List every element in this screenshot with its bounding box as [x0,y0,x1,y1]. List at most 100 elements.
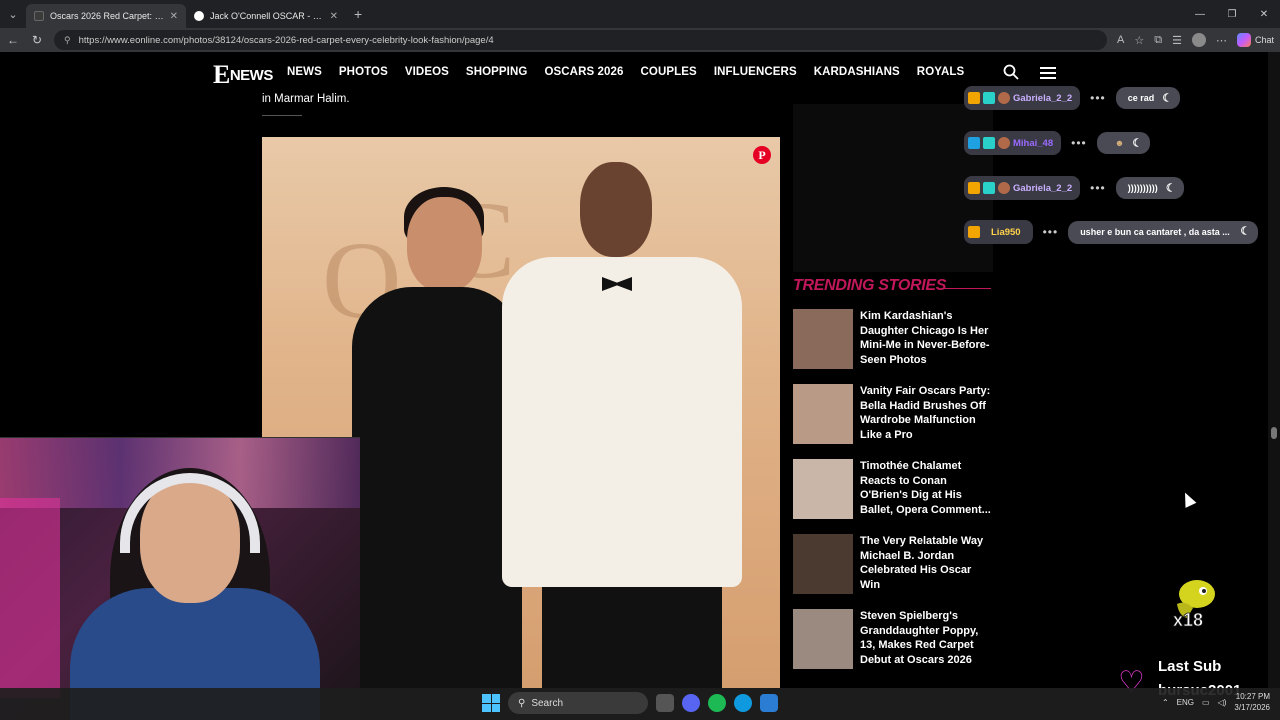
close-tab-icon[interactable]: ✕ [330,11,338,22]
profile-avatar[interactable] [1191,33,1206,47]
trending-story[interactable]: Kim Kardashian's Daughter Chicago Is Her… [793,309,993,384]
chat-message-row: Lia950 ••• usher e bun ca cantaret , da … [964,220,1259,244]
browser-tab[interactable]: Jack O'Connell OSCAR - Căutare G ✕ [186,4,346,28]
favorites-icon[interactable]: ☰ [1172,34,1182,47]
file-explorer-icon[interactable] [656,694,674,712]
emote-icon: ☻ [1114,138,1125,148]
favorite-star-icon[interactable]: ☆ [1134,34,1144,47]
nav-kardashians[interactable]: KARDASHIANS [814,66,900,78]
eonline-favicon-icon [34,11,44,21]
chat-message-text: )))))))))) [1127,183,1158,193]
nav-photos[interactable]: PHOTOS [339,66,388,78]
trending-story[interactable]: The Very Relatable Way Michael B. Jordan… [793,534,993,609]
back-arrow-icon[interactable]: ← [6,33,20,47]
extensions-icon[interactable]: ⧉ [1154,34,1162,47]
chat-message-bubble: usher e bun ca cantaret , da asta ... ☾ [1068,220,1259,244]
nav-oscars-2026[interactable]: OSCARS 2026 [544,66,623,78]
window-controls: — ❐ ✕ [1184,0,1280,28]
url-field[interactable]: ⚲ https://www.eonline.com/photos/38124/o… [54,30,1108,50]
more-menu-icon[interactable]: ⋯ [1216,34,1227,47]
app-icon[interactable] [760,694,778,712]
story-thumbnail[interactable] [793,309,853,369]
chat-username: Gabriela_2_2 [1013,182,1073,194]
language-indicator[interactable]: ENG [1177,698,1194,707]
close-window-icon[interactable]: ✕ [1248,0,1280,28]
browser-tab-bar: ⌄ Oscars 2026 Red Carpet: Every Cel ✕ Ja… [0,0,1280,28]
reload-icon[interactable]: ↻ [30,33,44,47]
chat-username-pill: Mihai_48 [964,131,1062,155]
tray-chevron-icon[interactable]: ⌃ [1162,698,1169,707]
woman-face [407,197,482,292]
copilot-chat-button[interactable]: Chat [1236,33,1274,47]
toolbar-icons: A ☆ ⧉ ☰ ⋯ Chat [1117,33,1274,47]
system-tray: ⌃ ENG ▭ ◁) 10:27 PM 3/17/2026 [1162,691,1270,713]
tab-title: Jack O'Connell OSCAR - Căutare G [210,11,324,21]
chat-message-bubble: ☻ ☾ [1096,132,1151,154]
story-thumbnail[interactable] [793,534,853,594]
chat-username-pill: Lia950 [964,220,1033,244]
url-text: https://www.eonline.com/photos/38124/osc… [78,34,494,46]
trending-story[interactable]: Steven Spielberg's Granddaughter Poppy, … [793,609,993,684]
last-sub-label: Last Sub [1158,658,1222,675]
logo-word: NEWS [229,67,274,84]
photo-caption: in Marmar Halim. [262,93,350,105]
pinterest-save-icon[interactable]: P [753,146,771,164]
chat-username-pill: Gabriela_2_2 [964,176,1081,200]
caption-divider [262,115,302,116]
story-title[interactable]: Kim Kardashian's Daughter Chicago Is Her… [860,309,993,369]
edge-icon[interactable] [734,694,752,712]
hamburger-menu-icon[interactable] [1040,67,1056,79]
browser-tab-active[interactable]: Oscars 2026 Red Carpet: Every Cel ✕ [26,4,186,28]
copilot-icon [1236,33,1251,47]
nav-shopping[interactable]: SHOPPING [466,66,528,78]
story-title[interactable]: Timothée Chalamet Reacts to Conan O'Brie… [860,459,993,519]
enews-logo[interactable]: ENEWS [213,60,273,90]
chat-dots: ••• [1090,181,1106,195]
chat-message-row: Gabriela_2_2 ••• ce rad ☾ [964,86,1181,110]
nav-influencers[interactable]: INFLUENCERS [714,66,797,78]
moon-icon: ☾ [1165,182,1176,195]
story-title[interactable]: The Very Relatable Way Michael B. Jordan… [860,534,993,594]
taskbar-search[interactable]: ⚲ Search [508,692,648,714]
taskbar-search-label: Search [531,697,564,709]
read-aloud-icon[interactable]: A [1117,34,1124,46]
nav-videos[interactable]: VIDEOS [405,66,449,78]
chat-username: Mihai_48 [1013,137,1054,149]
tab-list-chevron-icon[interactable]: ⌄ [0,0,26,28]
spotify-icon[interactable] [708,694,726,712]
trending-story[interactable]: Timothée Chalamet Reacts to Conan O'Brie… [793,459,993,534]
search-icon[interactable] [1003,64,1019,80]
chat-message-row: Gabriela_2_2 ••• )))))))))) ☾ [964,176,1184,200]
nav-news[interactable]: NEWS [287,66,322,78]
discord-icon[interactable] [682,694,700,712]
network-icon[interactable]: ▭ [1202,698,1210,707]
chat-message-row: Mihai_48 ••• ☻ ☾ [964,131,1151,155]
google-favicon-icon [194,11,204,21]
scrollbar-thumb[interactable] [1271,427,1277,439]
site-info-icon[interactable]: ⚲ [64,35,71,46]
page-scrollbar[interactable] [1268,52,1280,688]
maximize-icon[interactable]: ❐ [1216,0,1248,28]
story-title[interactable]: Vanity Fair Oscars Party: Bella Hadid Br… [860,384,993,444]
streamer-webcam [0,437,360,720]
nav-royals[interactable]: ROYALS [917,66,964,78]
webcam-neon-light [0,498,60,698]
new-tab-plus-icon[interactable]: + [354,6,362,22]
chat-username: Gabriela_2_2 [1013,92,1073,104]
chat-dots: ••• [1090,91,1106,105]
system-clock[interactable]: 10:27 PM 3/17/2026 [1234,691,1270,713]
chat-username: Lia950 [991,226,1021,238]
minimize-icon[interactable]: — [1184,0,1216,28]
nav-couples[interactable]: COUPLES [641,66,697,78]
clock-time: 10:27 PM [1235,692,1270,701]
trending-header: TRENDING STORIES [793,277,993,295]
trending-story[interactable]: Vanity Fair Oscars Party: Bella Hadid Br… [793,384,993,459]
volume-icon[interactable]: ◁) [1218,698,1227,707]
close-tab-icon[interactable]: ✕ [170,11,178,22]
story-title[interactable]: Steven Spielberg's Granddaughter Poppy, … [860,609,993,669]
story-thumbnail[interactable] [793,459,853,519]
story-thumbnail[interactable] [793,609,853,669]
windows-start-icon[interactable] [482,694,500,712]
story-thumbnail[interactable] [793,384,853,444]
man-face [580,162,652,257]
